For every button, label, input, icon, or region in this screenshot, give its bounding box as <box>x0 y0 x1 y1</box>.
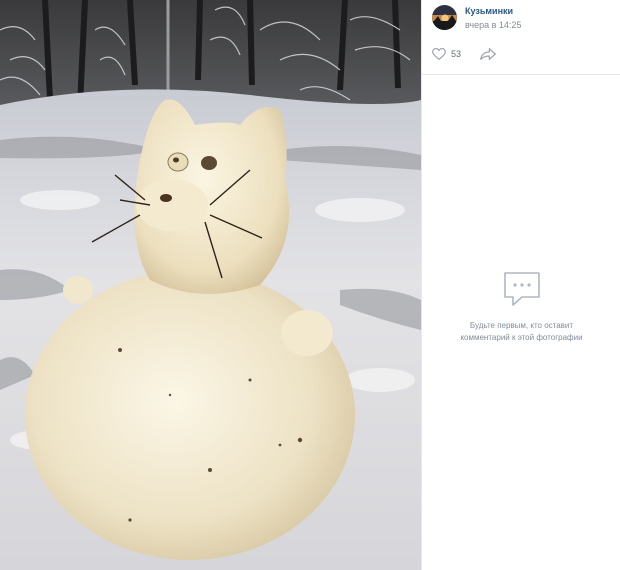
post-time: вчера в 14:25 <box>465 19 522 30</box>
share-button[interactable] <box>480 47 496 60</box>
share-arrow-icon <box>480 47 496 60</box>
empty-comments-line1: Будьте первым, кто оставит <box>469 321 574 330</box>
empty-comments-line2: комментарий к этой фотографии <box>460 333 583 342</box>
action-bar: 53 <box>422 33 620 75</box>
like-button[interactable]: 53 <box>432 47 462 60</box>
photo[interactable] <box>0 0 421 570</box>
side-panel: Кузьминки вчера в 14:25 53 Будьте первым… <box>421 0 620 570</box>
comment-bubble-icon <box>503 272 540 306</box>
empty-comments: Будьте первым, кто оставит комментарий к… <box>422 270 620 344</box>
snowman-cat-photo <box>0 0 421 570</box>
heart-icon <box>432 47 446 60</box>
sunset-avatar-icon <box>432 5 457 30</box>
author-name[interactable]: Кузьминки <box>465 5 521 17</box>
author-avatar[interactable] <box>432 5 457 30</box>
photo-viewer: Кузьминки вчера в 14:25 53 Будьте первым… <box>0 0 620 570</box>
like-count: 53 <box>451 48 462 59</box>
author-block: Кузьминки вчера в 14:25 <box>422 0 620 33</box>
